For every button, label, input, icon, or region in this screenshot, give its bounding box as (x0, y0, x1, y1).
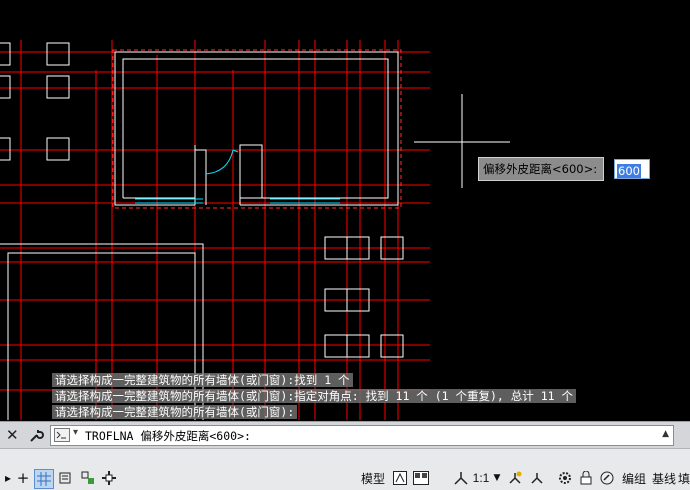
prompt-icon[interactable] (54, 428, 70, 442)
command-line-bar: ✕ ▾ TROFLNA 偏移外皮距离<600>: ▲ (0, 421, 690, 448)
columns (0, 42, 404, 358)
fill-button[interactable]: 填 (678, 469, 690, 487)
workspace-gear-icon[interactable] (556, 469, 574, 487)
close-icon[interactable]: ✕ (6, 426, 19, 444)
door-window (135, 149, 340, 204)
dynamic-input-prompt: 偏移外皮距离<600>: (478, 157, 605, 181)
snap-icon[interactable] (58, 469, 72, 487)
layout-icon[interactable] (392, 469, 408, 487)
current-command-text: TROFLNA 偏移外皮距离<600>: (85, 429, 251, 443)
grid-icon[interactable] (34, 469, 54, 489)
chevron-down-icon[interactable]: ▼ (492, 469, 502, 487)
auto-scale-icon[interactable] (528, 469, 546, 487)
dynamic-input-value: 600 (617, 164, 641, 178)
scroll-up-icon[interactable]: ▲ (662, 429, 669, 439)
command-input[interactable]: ▾ TROFLNA 偏移外皮距离<600>: ▲ (50, 425, 674, 446)
annotation-scale-icon[interactable] (452, 469, 470, 487)
chevron-down-icon[interactable]: ▾ (73, 427, 78, 438)
annotation-visibility-icon[interactable] (506, 469, 524, 487)
model-button[interactable]: 模型 (358, 469, 388, 487)
viewport-icon[interactable] (412, 469, 430, 487)
wrench-icon[interactable] (28, 427, 44, 443)
selection-outline (112, 49, 402, 209)
command-history-line: 请选择构成一完整建筑物的所有墙体(或门窗):找到 1 个 (52, 373, 353, 387)
axis-grid-lines (0, 40, 430, 420)
baseline-button[interactable]: 基线 (650, 469, 678, 487)
tab-arrow-icon[interactable]: ▸ (2, 469, 14, 487)
lock-icon[interactable] (578, 469, 594, 487)
crosshair-snap-icon[interactable]: + (16, 469, 30, 487)
status-bar: ▸ + 模型 1:1 ▼ 编组 基线 填 (0, 448, 690, 490)
drawing-canvas[interactable] (0, 0, 690, 420)
object-tracking-icon[interactable] (80, 469, 96, 487)
scale-selector[interactable]: 1:1 (470, 469, 492, 487)
command-history-line: 请选择构成一完整建筑物的所有墙体(或门窗): (52, 405, 298, 419)
polar-icon[interactable] (100, 469, 118, 487)
command-history-line: 请选择构成一完整建筑物的所有墙体(或门窗):指定对角点: 找到 11 个 (1 … (52, 389, 576, 403)
edit-button[interactable]: 编组 (620, 469, 648, 487)
autocad-window: 偏移外皮距离<600>: 600 请选择构成一完整建筑物的所有墙体(或门窗):找… (0, 0, 690, 490)
hardware-acceleration-icon[interactable] (598, 469, 616, 487)
dynamic-input-field[interactable]: 600 (614, 159, 650, 179)
